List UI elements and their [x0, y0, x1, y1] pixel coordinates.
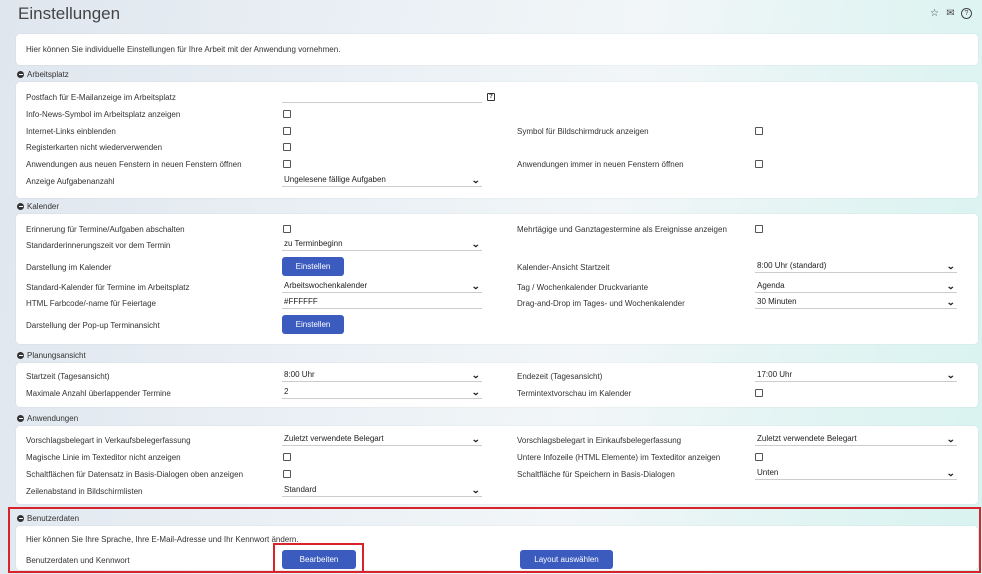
- erinnerung-checkbox[interactable]: [283, 225, 291, 233]
- druckvariante-select[interactable]: Agenda ⌄: [755, 280, 957, 293]
- intro-text: Hier können Sie individuelle Einstellung…: [26, 45, 341, 54]
- benutzer-text: Hier können Sie Ihre Sprache, Ihre E-Mai…: [26, 535, 299, 544]
- untere-label: Untere Infozeile (HTML Elemente) im Text…: [517, 453, 721, 462]
- anwendungen-immer-checkbox[interactable]: [755, 160, 763, 168]
- aufgaben-select[interactable]: Ungelesene fällige Aufgaben ⌄: [282, 174, 482, 187]
- symbol-druck-label: Symbol für Bildschirmdruck anzeigen: [517, 127, 649, 136]
- collapse-icon: [17, 352, 24, 359]
- chevron-down-icon: ⌄: [946, 297, 956, 307]
- anwendungen-neue-checkbox[interactable]: [283, 160, 291, 168]
- max-label: Maximale Anzahl überlappender Termine: [26, 389, 171, 398]
- symbol-druck-checkbox[interactable]: [755, 127, 763, 135]
- endezeit-label: Endezeit (Tagesansicht): [517, 372, 603, 381]
- einstellen-button[interactable]: Einstellen: [282, 257, 344, 276]
- chevron-down-icon: ⌄: [946, 261, 956, 271]
- ansicht-start-select[interactable]: 8:00 Uhr (standard) ⌄: [755, 260, 957, 273]
- section-header-benutzer[interactable]: Benutzerdaten: [17, 514, 79, 523]
- chevron-down-icon: ⌄: [471, 434, 481, 444]
- help-icon[interactable]: ?: [487, 93, 495, 101]
- layout-button[interactable]: Layout auswählen: [520, 550, 613, 569]
- vorschau-label: Termintextvorschau im Kalender: [517, 389, 632, 398]
- dragdrop-select[interactable]: 30 Minuten ⌄: [755, 296, 957, 309]
- mail-icon[interactable]: ✉: [945, 8, 956, 19]
- chevron-down-icon: ⌄: [946, 434, 956, 444]
- internet-links-label: Internet-Links einblenden: [26, 127, 116, 136]
- internet-links-checkbox[interactable]: [283, 127, 291, 135]
- chevron-down-icon: ⌄: [471, 281, 481, 291]
- dragdrop-label: Drag-and-Drop im Tages- und Wochenkalend…: [517, 299, 685, 308]
- postfach-label: Postfach für E-Mailanzeige im Arbeitspla…: [26, 93, 176, 102]
- chevron-down-icon: ⌄: [471, 239, 481, 249]
- collapse-icon: [17, 515, 24, 522]
- info-news-checkbox[interactable]: [283, 110, 291, 118]
- aufgaben-label: Anzeige Aufgabenanzahl: [26, 177, 115, 186]
- section-header-anwendungen[interactable]: Anwendungen: [17, 414, 78, 423]
- registerkarten-checkbox[interactable]: [283, 143, 291, 151]
- startzeit-select[interactable]: 8:00 Uhr ⌄: [282, 369, 482, 382]
- collapse-icon: [17, 203, 24, 210]
- verkauf-label: Vorschlagsbelegart in Verkaufsbelegerfas…: [26, 436, 191, 445]
- section-header-kalender[interactable]: Kalender: [17, 202, 59, 211]
- chevron-down-icon: ⌄: [946, 281, 956, 291]
- startzeit-label: Startzeit (Tagesansicht): [26, 372, 110, 381]
- standard-kalender-label: Standard-Kalender für Termine im Arbeits…: [26, 283, 190, 292]
- anwendungen-neue-label: Anwendungen aus neuen Fenstern in neuen …: [26, 160, 242, 169]
- help-circle-icon[interactable]: ?: [961, 8, 972, 19]
- zeilenabstand-label: Zeilenabstand in Bildschirmlisten: [26, 487, 143, 496]
- standard-erinnerung-label: Standarderinnerungszeit vor dem Termin: [26, 241, 171, 250]
- max-select[interactable]: 2 ⌄: [282, 386, 482, 399]
- darstellung-label: Darstellung im Kalender: [26, 263, 112, 272]
- header-icons: ☆ ✉ ?: [929, 8, 972, 19]
- section-header-planung[interactable]: Planungsansicht: [17, 351, 86, 360]
- info-news-label: Info-News-Symbol im Arbeitsplatz anzeige…: [26, 110, 181, 119]
- einkauf-select[interactable]: Zuletzt verwendete Belegart ⌄: [755, 433, 957, 446]
- erinnerung-label: Erinnerung für Termine/Aufgaben abschalt…: [26, 225, 185, 234]
- farbcode-input[interactable]: #FFFFFF: [282, 296, 482, 309]
- ansicht-start-label: Kalender-Ansicht Startzeit: [517, 263, 610, 272]
- page-title: Einstellungen: [18, 4, 121, 23]
- schaltflaechen-label: Schaltflächen für Datensatz in Basis-Dia…: [26, 470, 244, 479]
- einstellen-popup-button[interactable]: Einstellen: [282, 315, 344, 334]
- schaltflaechen-checkbox[interactable]: [283, 470, 291, 478]
- einkauf-label: Vorschlagsbelegart in Einkaufsbelegerfas…: [517, 436, 682, 445]
- anwendungen-immer-label: Anwendungen immer in neuen Fenstern öffn…: [517, 160, 684, 169]
- chevron-down-icon: ⌄: [471, 485, 481, 495]
- chevron-down-icon: ⌄: [471, 370, 481, 380]
- standard-kalender-select[interactable]: Arbeitswochenkalender ⌄: [282, 280, 482, 293]
- bearbeiten-highlight-box: [273, 543, 364, 573]
- collapse-icon: [17, 71, 24, 78]
- registerkarten-label: Registerkarten nicht wiederverwenden: [26, 143, 163, 152]
- untere-checkbox[interactable]: [755, 453, 763, 461]
- postfach-input[interactable]: [282, 90, 482, 103]
- speichern-select[interactable]: Unten ⌄: [755, 467, 957, 480]
- chevron-down-icon: ⌄: [946, 370, 956, 380]
- mehrtaegig-label: Mehrtägige und Ganztagestermine als Erei…: [517, 225, 727, 234]
- benutzer-label: Benutzerdaten und Kennwort: [26, 556, 130, 565]
- collapse-icon: [17, 415, 24, 422]
- star-icon[interactable]: ☆: [929, 8, 940, 19]
- endezeit-select[interactable]: 17:00 Uhr ⌄: [755, 369, 957, 382]
- section-header-arbeitsplatz[interactable]: Arbeitsplatz: [17, 70, 69, 79]
- druckvariante-label: Tag / Wochenkalender Druckvariante: [517, 283, 649, 292]
- benutzer-card: [16, 526, 978, 570]
- farbcode-label: HTML Farbcode/-name für Feiertage: [26, 299, 156, 308]
- chevron-down-icon: ⌄: [471, 387, 481, 397]
- popup-label: Darstellung der Pop-up Terminansicht: [26, 321, 160, 330]
- speichern-label: Schaltfläche für Speichern in Basis-Dial…: [517, 470, 675, 479]
- standard-erinnerung-select[interactable]: zu Terminbeginn ⌄: [282, 238, 482, 251]
- mehrtaegig-checkbox[interactable]: [755, 225, 763, 233]
- chevron-down-icon: ⌄: [471, 175, 481, 185]
- verkauf-select[interactable]: Zuletzt verwendete Belegart ⌄: [282, 433, 482, 446]
- magische-checkbox[interactable]: [283, 453, 291, 461]
- chevron-down-icon: ⌄: [946, 468, 956, 478]
- magische-label: Magische Linie im Texteditor nicht anzei…: [26, 453, 181, 462]
- vorschau-checkbox[interactable]: [755, 389, 763, 397]
- zeilenabstand-select[interactable]: Standard ⌄: [282, 484, 482, 497]
